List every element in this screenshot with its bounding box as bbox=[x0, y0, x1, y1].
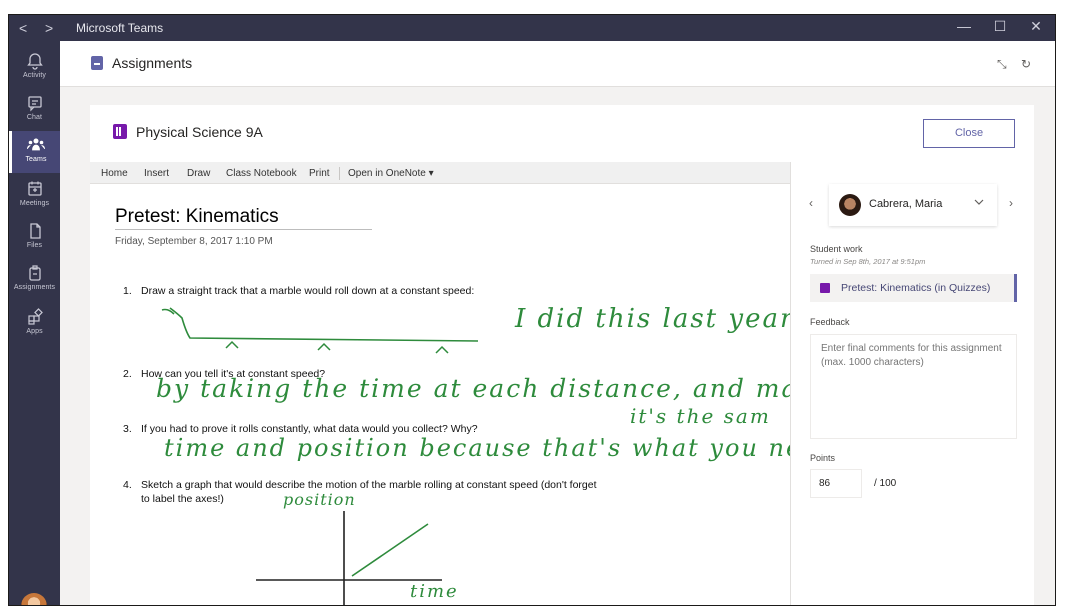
ink-answer-3: time and position because that's what yo… bbox=[164, 434, 790, 462]
rail-label: Teams bbox=[25, 156, 47, 163]
next-student-icon[interactable]: › bbox=[1009, 196, 1013, 210]
bell-icon bbox=[26, 53, 43, 70]
toolbar-class-notebook[interactable]: Class Notebook bbox=[226, 168, 297, 179]
rail-item-meetings[interactable]: Meetings bbox=[9, 175, 60, 217]
ink-answer-2: by taking the time at each distance, and… bbox=[156, 374, 790, 403]
feedback-field[interactable] bbox=[810, 334, 1017, 439]
minimize-icon[interactable]: — bbox=[947, 18, 981, 34]
rail-item-assignments[interactable]: Assignments bbox=[9, 259, 60, 301]
teams-icon bbox=[27, 138, 45, 151]
app-header: Assignments ⤡ ↻ bbox=[60, 41, 1055, 87]
toolbar-divider bbox=[339, 167, 340, 180]
close-window-icon[interactable]: ✕ bbox=[1019, 18, 1053, 35]
student-work-label: Student work bbox=[810, 244, 863, 254]
assignment-card: Physical Science 9A Close Home Insert Dr… bbox=[90, 105, 1034, 605]
rail-label: Files bbox=[26, 242, 43, 249]
assignments-app-icon bbox=[91, 56, 103, 70]
rail-item-apps[interactable]: Apps bbox=[9, 303, 60, 345]
window-title: Microsoft Teams bbox=[76, 21, 164, 35]
maximize-icon[interactable]: ☐ bbox=[983, 18, 1017, 35]
student-selector[interactable]: Cabrera, Maria bbox=[829, 184, 997, 226]
calendar-icon bbox=[27, 181, 42, 196]
turned-in-timestamp: Turned in Sep 8th, 2017 at 9:51pm bbox=[810, 257, 926, 266]
toolbar-insert[interactable]: Insert bbox=[144, 168, 169, 179]
chevron-down-icon bbox=[974, 199, 984, 205]
title-bar: < > Microsoft Teams — ☐ ✕ bbox=[9, 15, 1055, 41]
card-header: Physical Science 9A Close bbox=[90, 105, 1034, 162]
ink-note-1: I did this last year . bbox=[515, 304, 790, 334]
ink-graph-x-label: time bbox=[410, 581, 459, 602]
rail-label: Assignments bbox=[13, 284, 56, 291]
toolbar-open-in-onenote[interactable]: Open in OneNote ▾ bbox=[348, 168, 434, 179]
class-name: Physical Science 9A bbox=[136, 124, 263, 140]
rail-item-activity[interactable]: Activity bbox=[9, 47, 60, 89]
refresh-icon[interactable]: ↻ bbox=[1021, 57, 1031, 71]
ink-graph-y-label: position bbox=[283, 490, 356, 509]
collapse-icon[interactable]: ⤡ bbox=[997, 57, 1007, 72]
ink-answer-2b: it's the sam bbox=[630, 404, 771, 428]
toolbar-home[interactable]: Home bbox=[101, 168, 128, 179]
ink-track-marks bbox=[225, 340, 449, 354]
points-total: / 100 bbox=[874, 478, 897, 489]
rail-label: Chat bbox=[26, 114, 43, 121]
graph-line bbox=[351, 523, 429, 577]
onenote-toolbar: Home Insert Draw Class Notebook Print Op… bbox=[90, 162, 790, 184]
toolbar-draw[interactable]: Draw bbox=[187, 168, 210, 179]
teams-window: < > Microsoft Teams — ☐ ✕ Activity Chat … bbox=[8, 14, 1056, 606]
rail-item-teams[interactable]: Teams bbox=[9, 131, 60, 173]
student-avatar bbox=[839, 194, 861, 216]
file-icon bbox=[29, 223, 41, 239]
feedback-label: Feedback bbox=[810, 317, 850, 327]
student-work-item[interactable]: Pretest: Kinematics (in Quizzes) bbox=[810, 274, 1017, 302]
notebook-page: Pretest: Kinematics Friday, September 8,… bbox=[90, 184, 790, 605]
work-item-title: Pretest: Kinematics (in Quizzes) bbox=[841, 282, 991, 294]
onenote-icon bbox=[113, 124, 127, 139]
close-button[interactable]: Close bbox=[923, 119, 1015, 148]
previous-student-icon[interactable]: ‹ bbox=[809, 196, 813, 210]
onenote-icon bbox=[820, 283, 830, 293]
rail-item-chat[interactable]: Chat bbox=[9, 89, 60, 131]
app-rail: Activity Chat Teams Meetings Files Assig… bbox=[9, 41, 60, 605]
ink-track-line bbox=[161, 307, 479, 342]
user-avatar[interactable] bbox=[21, 593, 47, 605]
chat-icon bbox=[27, 96, 42, 112]
forward-arrow-icon[interactable]: > bbox=[45, 20, 53, 36]
assignments-icon bbox=[28, 265, 41, 281]
rail-label: Activity bbox=[23, 72, 46, 79]
toolbar-print[interactable]: Print bbox=[309, 168, 330, 179]
apps-icon bbox=[27, 308, 43, 325]
points-label: Points bbox=[810, 453, 836, 463]
rail-item-files[interactable]: Files bbox=[9, 217, 60, 259]
points-field[interactable] bbox=[810, 469, 862, 498]
rail-label: Apps bbox=[26, 328, 43, 335]
student-name: Cabrera, Maria bbox=[869, 198, 943, 210]
grading-panel: ‹ Cabrera, Maria › Student work Turned i… bbox=[790, 162, 1034, 605]
app-title: Assignments bbox=[112, 55, 193, 71]
rail-label: Meetings bbox=[19, 200, 50, 207]
back-arrow-icon[interactable]: < bbox=[19, 20, 27, 36]
